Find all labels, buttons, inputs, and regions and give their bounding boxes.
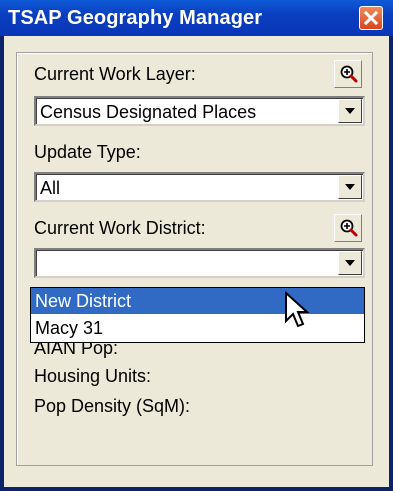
geography-manager-window: TSAP Geography Manager Current Work Laye…	[0, 0, 393, 491]
window-title: TSAP Geography Manager	[8, 7, 263, 29]
housing-units-label: Housing Units:	[34, 366, 152, 386]
manager-panel: Current Work Layer: Census Designated Pl…	[4, 36, 389, 487]
dropdown-item-new-district[interactable]: New District	[31, 288, 364, 314]
title-bar[interactable]: TSAP Geography Manager	[0, 0, 393, 36]
update-type-value: All	[40, 178, 61, 198]
update-type-label: Update Type:	[34, 142, 141, 162]
work-layer-value: Census Designated Places	[40, 102, 257, 122]
update-type-select[interactable]: All	[34, 172, 365, 202]
work-district-dropdown-list: New District Macy 31	[30, 287, 365, 343]
work-layer-zoom-button[interactable]	[334, 60, 362, 88]
chevron-down-icon	[345, 184, 355, 190]
close-button[interactable]	[359, 6, 383, 30]
work-district-select[interactable]	[34, 248, 365, 278]
work-layer-dropdown-button[interactable]	[338, 99, 362, 123]
update-type-dropdown-button[interactable]	[338, 175, 362, 199]
zoom-in-icon	[340, 219, 358, 237]
close-icon	[364, 11, 378, 25]
work-district-zoom-button[interactable]	[334, 214, 362, 242]
work-layer-label: Current Work Layer:	[34, 64, 196, 84]
work-layer-select[interactable]: Census Designated Places	[34, 96, 365, 126]
work-district-dropdown-button[interactable]	[338, 251, 362, 275]
zoom-in-icon	[340, 65, 358, 83]
arrow-cursor-icon	[285, 291, 310, 328]
chevron-down-icon	[345, 108, 355, 114]
pop-density-label: Pop Density (SqM):	[34, 396, 191, 416]
work-district-label: Current Work District:	[34, 218, 206, 238]
chevron-down-icon	[345, 260, 355, 266]
dropdown-item-macy-31[interactable]: Macy 31	[31, 315, 364, 341]
